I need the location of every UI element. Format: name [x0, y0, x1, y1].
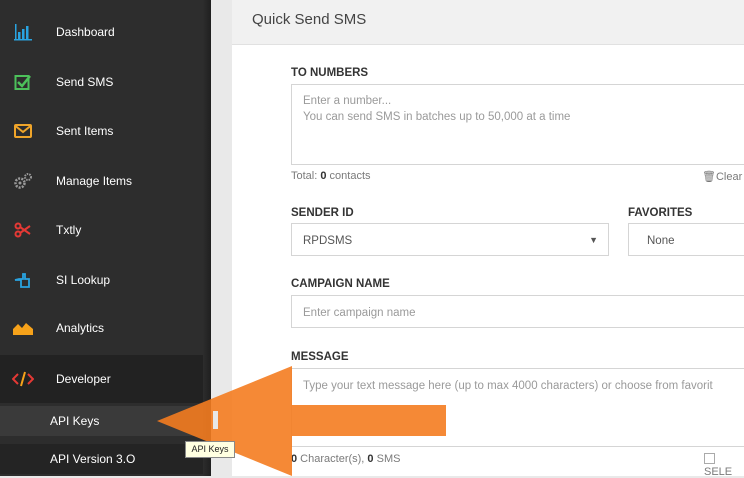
pointing-hand-icon — [12, 269, 34, 291]
area-chart-icon — [12, 317, 34, 339]
sidebar: Dashboard Send SMS Sent Items Manage Ite… — [0, 0, 211, 476]
sidebar-item-si-lookup[interactable]: SI Lookup — [0, 256, 211, 304]
chevron-down-icon: ▼ — [589, 235, 598, 245]
sidebar-item-label: Manage Items — [56, 174, 133, 188]
sidebar-item-developer[interactable]: Developer — [0, 355, 211, 403]
sidebar-item-manage-items[interactable]: Manage Items — [0, 157, 211, 205]
message-textarea[interactable]: Type your text message here (up to max 4… — [291, 368, 744, 447]
checkbox-icon — [704, 453, 715, 464]
page-header: Quick Send SMS — [232, 0, 744, 45]
checkbox-icon — [12, 71, 34, 93]
sender-id-select[interactable]: RPDSMS ▼ — [291, 223, 609, 256]
favorites-value: None — [647, 235, 675, 247]
sidebar-item-label: Txtly — [56, 223, 82, 237]
sender-id-value: RPDSMS — [303, 235, 353, 247]
scissors-icon — [12, 219, 34, 241]
to-numbers-label: TO NUMBERS — [291, 67, 369, 79]
sidebar-item-label: Dashboard — [56, 25, 115, 39]
sidebar-item-sent-items[interactable]: Sent Items — [0, 107, 211, 155]
sidebar-item-send-sms[interactable]: Send SMS — [0, 58, 211, 106]
campaign-name-placeholder: Enter campaign name — [303, 307, 416, 319]
sidebar-item-dashboard[interactable]: Dashboard — [0, 8, 211, 56]
sidebar-item-label: Send SMS — [56, 75, 114, 89]
message-label: MESSAGE — [291, 351, 349, 363]
campaign-name-label: CAMPAIGN NAME — [291, 278, 390, 290]
select-checkbox[interactable]: SELE — [704, 453, 744, 478]
message-counter: 0 Character(s), 0 SMS — [291, 453, 401, 465]
clear-button[interactable]: 🗑Clear — [702, 170, 742, 183]
sidebar-subitem-label: API Version 3.O — [50, 452, 136, 466]
page-title: Quick Send SMS — [252, 11, 367, 28]
trash-icon: 🗑 — [702, 171, 716, 183]
sidebar-item-label: Sent Items — [56, 124, 114, 138]
code-icon — [12, 368, 34, 390]
sidebar-subitem-api-keys[interactable]: API Keys — [0, 406, 211, 436]
total-contacts: Total: 0 contacts — [291, 170, 371, 182]
sidebar-item-label: Analytics — [56, 321, 105, 335]
sidebar-item-txtly[interactable]: Txtly — [0, 206, 211, 254]
favorites-select[interactable]: None — [628, 223, 744, 256]
clear-label: Clear — [715, 171, 743, 183]
sidebar-item-label: SI Lookup — [56, 273, 111, 287]
sidebar-subitem-api-version[interactable]: API Version 3.O — [0, 444, 211, 474]
sidebar-subitem-label: API Keys — [50, 414, 100, 428]
sender-id-label: SENDER ID — [291, 207, 354, 219]
message-placeholder: Type your text message here (up to max 4… — [303, 380, 713, 392]
favorites-label: FAVORITES — [628, 207, 693, 219]
gears-icon — [12, 170, 34, 192]
bar-chart-icon — [12, 21, 34, 43]
envelope-icon — [12, 120, 34, 142]
to-numbers-placeholder-line2: You can send SMS in batches up to 50,000… — [303, 111, 571, 123]
campaign-name-input[interactable]: Enter campaign name — [291, 295, 744, 328]
main-panel: Quick Send SMS TO NUMBERS Enter a number… — [232, 0, 744, 478]
sidebar-item-label: Developer — [56, 372, 111, 386]
to-numbers-placeholder-line1: Enter a number... — [303, 95, 392, 107]
sidebar-item-analytics[interactable]: Analytics — [0, 304, 211, 352]
tooltip: API Keys — [185, 441, 235, 458]
to-numbers-textarea[interactable]: Enter a number... You can send SMS in ba… — [291, 84, 744, 165]
